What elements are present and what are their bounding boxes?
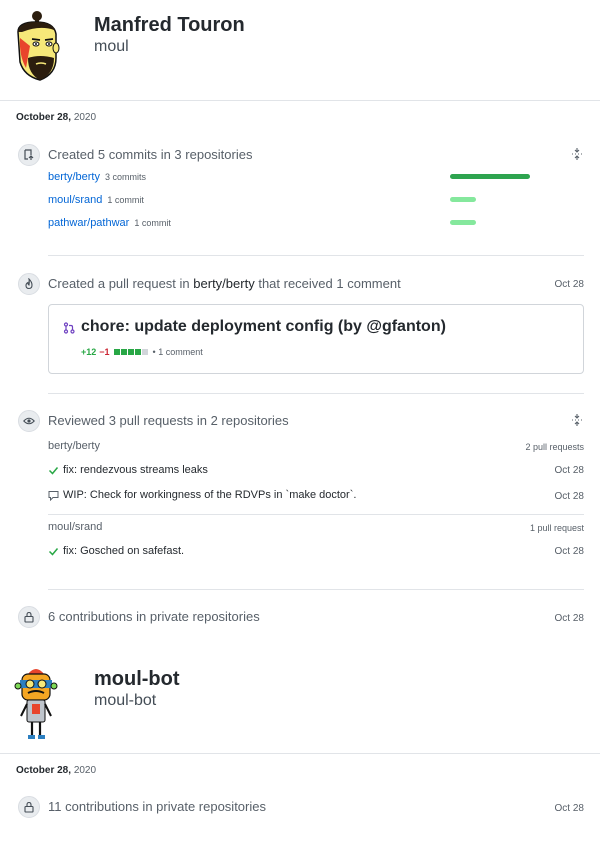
commit-bar [450,174,530,179]
lock-icon [18,796,40,818]
git-pull-request-icon [63,322,75,334]
pr-repo-link[interactable]: berty/berty [193,276,254,291]
event-divider [48,589,584,590]
event-divider [48,393,584,394]
commit-count[interactable]: 3 commits [105,172,146,182]
private-contributions-title: 11 contributions in private repositories [48,799,266,814]
review-date: Oct 28 [554,491,584,502]
profile-header: moul-bot moul-bot [0,654,600,754]
commit-bar [450,220,476,225]
check-icon [48,466,59,475]
comment-icon [48,490,59,501]
pr-meta: +12 −1 • 1 comment [81,347,203,357]
section-date: October 28, 2020 [16,765,97,776]
commit-repo-row: berty/berty 3 commits [48,171,146,183]
repo-link[interactable]: berty/berty [48,171,100,183]
lock-icon [18,606,40,628]
review-repo-link[interactable]: berty/berty [48,440,100,452]
commit-count[interactable]: 1 commit [134,218,171,228]
review-item-link[interactable]: fix: Gosched on safefast. [63,545,184,557]
diffstat [113,349,149,355]
review-item: fix: rendezvous streams leaks [48,464,208,476]
pr-title-link[interactable]: chore: update deployment config (by @gfa… [81,318,446,336]
private-contributions-title: 6 contributions in private repositories [48,609,260,624]
diffstat-block [127,349,134,355]
commits-event-title: Created 5 commits in 3 repositories [48,147,253,162]
profile-name: moul-bot [94,668,180,690]
review-item-link[interactable]: WIP: Check for workingness of the RDVPs … [63,489,356,501]
review-item: fix: Gosched on safefast. [48,545,184,557]
divider [0,753,600,754]
event-date: Oct 28 [554,279,584,290]
repo-push-icon [18,144,40,166]
commit-repo-row: moul/srand 1 commit [48,194,144,206]
diffstat-block [120,349,127,355]
commit-bar [450,197,476,202]
event-date: Oct 28 [554,803,584,814]
profile-name: Manfred Touron [94,14,245,36]
commit-count[interactable]: 1 commit [107,195,144,205]
event-date: Oct 28 [554,613,584,624]
diffstat-block [141,349,148,355]
divider [0,100,600,101]
review-repo-link[interactable]: moul/srand [48,521,102,533]
reviews-event-title: Reviewed 3 pull requests in 2 repositori… [48,413,289,428]
review-item: WIP: Check for workingness of the RDVPs … [48,489,356,501]
profile-login: moul [94,38,129,55]
flame-icon [18,273,40,295]
comment-count: • 1 comment [152,347,203,357]
pr-card: chore: update deployment config (by @gfa… [48,304,584,374]
review-date: Oct 28 [554,546,584,557]
diffstat-block [134,349,141,355]
group-divider [48,514,584,515]
review-count: 2 pull requests [525,442,584,452]
section-date: October 28, 2020 [16,112,97,123]
additions-count: +12 [81,347,97,357]
diffstat-block [113,349,120,355]
repo-link[interactable]: pathwar/pathwar [48,217,129,229]
deletions-count: −1 [99,347,110,357]
profile-login: moul-bot [94,692,157,709]
pr-event-title: Created a pull request in berty/berty th… [48,276,401,291]
event-divider [48,255,584,256]
check-icon [48,547,59,556]
review-item-link[interactable]: fix: rendezvous streams leaks [63,464,208,476]
review-date: Oct 28 [554,465,584,476]
commit-repo-row: pathwar/pathwar 1 commit [48,217,171,229]
eye-icon [18,410,40,432]
fold-icon[interactable] [570,147,584,161]
fold-icon[interactable] [570,413,584,427]
review-count: 1 pull request [529,523,584,533]
avatar[interactable] [10,8,62,92]
profile-header: Manfred Touron moul [0,0,600,100]
avatar[interactable] [10,662,62,746]
repo-link[interactable]: moul/srand [48,194,102,206]
